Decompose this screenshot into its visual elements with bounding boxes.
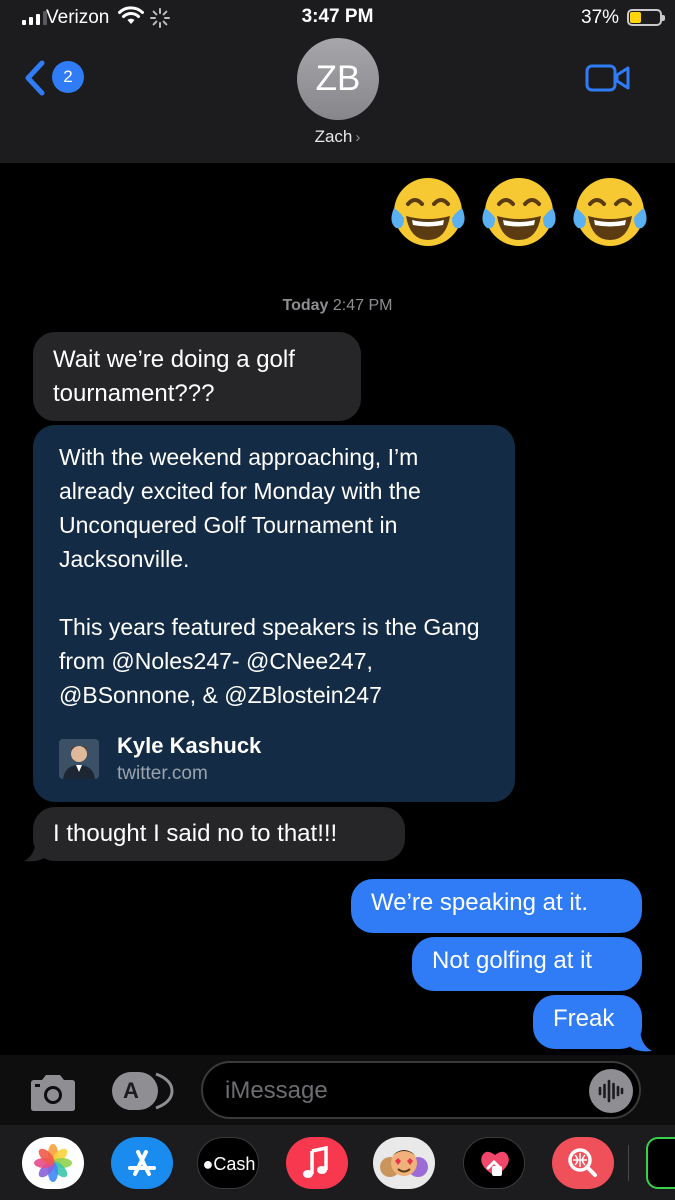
chevron-left-icon	[25, 60, 45, 96]
more-apps-icon[interactable]	[646, 1137, 675, 1189]
twitter-link-preview[interactable]: With the weekend approaching, I’m alread…	[33, 425, 515, 802]
outgoing-message-bubble[interactable]: Not golfing at it	[412, 937, 642, 991]
battery-icon	[627, 9, 665, 26]
audio-waveform-icon	[598, 1079, 624, 1103]
app-drawer: ●Cash	[0, 1125, 675, 1200]
contact-avatar[interactable]: ZB	[297, 38, 379, 120]
chevron-right-icon: ›	[355, 129, 361, 146]
contact-name-button[interactable]: Zach ›	[0, 127, 675, 147]
input-placeholder: iMessage	[225, 1077, 328, 1104]
outgoing-message-bubble[interactable]: Freak	[533, 995, 642, 1049]
digital-touch-app-icon[interactable]	[463, 1137, 525, 1189]
drawer-divider	[628, 1145, 629, 1181]
back-button[interactable]: 2	[22, 58, 84, 98]
timestamp-time: 2:47 PM	[332, 297, 393, 314]
battery-percentage: 37%	[581, 7, 620, 28]
status-bar: Verizon 3:47 PM 37%	[0, 0, 675, 36]
app-store-app-icon[interactable]	[111, 1137, 173, 1189]
outgoing-message-bubble[interactable]: We’re speaking at it.	[351, 879, 642, 933]
video-camera-icon[interactable]	[585, 62, 631, 94]
tears-of-joy-emoji	[482, 178, 556, 246]
camera-icon[interactable]	[27, 1073, 79, 1113]
conversation-header: Verizon 3:47 PM 37% 2 ZB Zach ›	[0, 0, 675, 163]
tears-of-joy-emoji	[391, 178, 465, 246]
memoji-app-icon[interactable]	[373, 1137, 435, 1189]
image-search-app-icon[interactable]	[552, 1137, 614, 1189]
audio-message-button[interactable]	[589, 1069, 633, 1113]
status-time: 3:47 PM	[301, 6, 374, 27]
contact-name: Zach	[314, 127, 353, 146]
tears-of-joy-emoji	[573, 178, 647, 246]
timestamp-day: Today	[282, 297, 329, 314]
link-preview-text: With the weekend approaching, I’m alread…	[59, 444, 480, 708]
link-preview-author: Kyle Kashuck	[117, 733, 262, 758]
link-preview-source: Kyle Kashuck twitter.com	[59, 733, 479, 787]
apple-cash-app-icon[interactable]: ●Cash	[197, 1137, 259, 1189]
music-app-icon[interactable]	[286, 1137, 348, 1189]
message-timestamp: Today 2:47 PM	[0, 297, 675, 315]
imessage-input[interactable]: iMessage	[201, 1061, 641, 1119]
incoming-message-bubble[interactable]: Wait we’re doing a golf tournament???	[33, 332, 361, 421]
emoji-message[interactable]	[388, 170, 650, 250]
photos-app-icon[interactable]	[22, 1137, 84, 1189]
incoming-message-bubble[interactable]: I thought I said no to that!!!	[33, 807, 405, 861]
author-thumbnail	[59, 739, 99, 779]
link-preview-domain: twitter.com	[117, 763, 208, 784]
apps-button-ring	[155, 1072, 174, 1110]
cash-label: Cash	[213, 1154, 256, 1174]
unread-count-badge: 2	[52, 61, 84, 93]
compose-bar: A iMessage	[0, 1055, 675, 1125]
